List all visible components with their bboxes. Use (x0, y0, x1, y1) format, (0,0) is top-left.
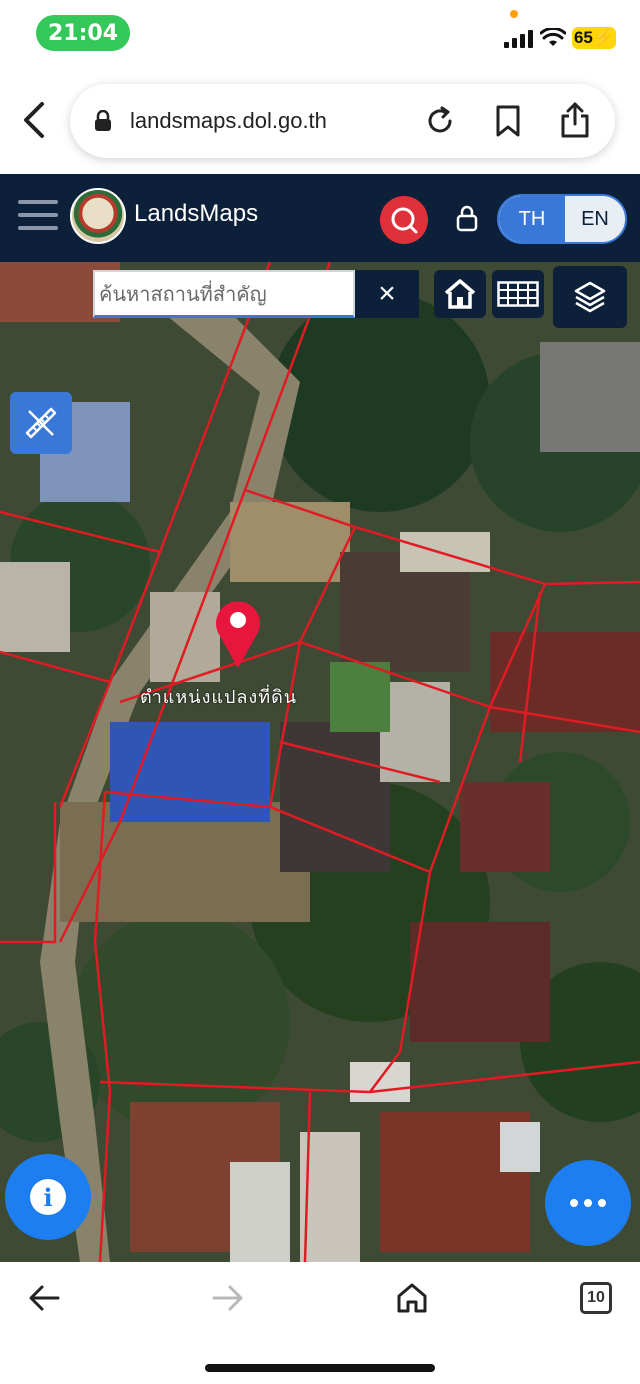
parcel-label: ตำแหน่งแปลงที่ดิน (140, 687, 298, 708)
ruler-icon (25, 407, 57, 439)
tabs-button[interactable]: 10 (580, 1282, 612, 1314)
lang-en-option[interactable]: EN (565, 196, 625, 242)
signal-icon (504, 30, 533, 48)
layers-icon (574, 281, 606, 313)
grid-icon (497, 281, 539, 307)
status-bar: 21:04 65 ⚡ (0, 0, 640, 64)
department-seal-logo (70, 188, 126, 244)
more-options-button[interactable] (545, 1160, 631, 1246)
app-header: LandsMaps TH EN (0, 174, 640, 262)
reload-icon[interactable] (425, 106, 455, 136)
battery-level: 65 (573, 28, 593, 47)
info-icon: i (30, 1179, 66, 1215)
satellite-imagery (0, 262, 640, 1262)
home-nav-icon[interactable] (396, 1282, 428, 1314)
address-bar[interactable]: landsmaps.dol.go.th (70, 84, 615, 158)
grid-button[interactable] (492, 270, 544, 318)
back-arrow-icon[interactable] (28, 1284, 60, 1312)
info-button[interactable]: i (5, 1154, 91, 1240)
login-lock-icon[interactable] (455, 204, 479, 232)
place-search-input[interactable] (95, 272, 353, 315)
back-icon[interactable] (18, 100, 50, 140)
search-icon (391, 207, 418, 234)
battery-indicator: 65 ⚡ (572, 27, 616, 49)
home-view-button[interactable] (434, 270, 486, 318)
lock-icon (95, 110, 111, 131)
layers-button[interactable] (553, 266, 627, 328)
close-icon: × (378, 277, 396, 310)
screen: 21:04 65 ⚡ landsmaps.dol.go.th LandsMaps… (0, 0, 640, 1384)
location-pin-icon[interactable] (212, 596, 264, 670)
bookmark-icon[interactable] (495, 104, 521, 138)
app-title: LandsMaps (134, 200, 259, 227)
privacy-indicator-icon (510, 10, 518, 18)
share-icon[interactable] (560, 102, 590, 138)
browser-toolbar: landsmaps.dol.go.th (0, 64, 640, 174)
clear-search-button[interactable]: × (355, 270, 419, 318)
url-text: landsmaps.dol.go.th (130, 108, 327, 133)
lang-th-option[interactable]: TH (499, 196, 565, 242)
language-toggle[interactable]: TH EN (497, 194, 627, 244)
search-button[interactable] (380, 196, 428, 244)
map-view[interactable]: × (0, 262, 640, 1262)
more-icon (570, 1199, 606, 1207)
charging-icon: ⚡ (592, 28, 615, 47)
tabs-count: 10 (587, 1289, 605, 1306)
clock: 21:04 (36, 15, 130, 51)
info-glyph: i (43, 1182, 53, 1212)
menu-icon[interactable] (18, 200, 58, 234)
home-icon (444, 279, 476, 309)
wifi-icon (540, 28, 566, 46)
place-search-field[interactable] (93, 270, 355, 318)
measure-tool-button[interactable] (10, 392, 72, 454)
forward-arrow-icon[interactable] (212, 1284, 244, 1312)
home-indicator (205, 1364, 435, 1372)
